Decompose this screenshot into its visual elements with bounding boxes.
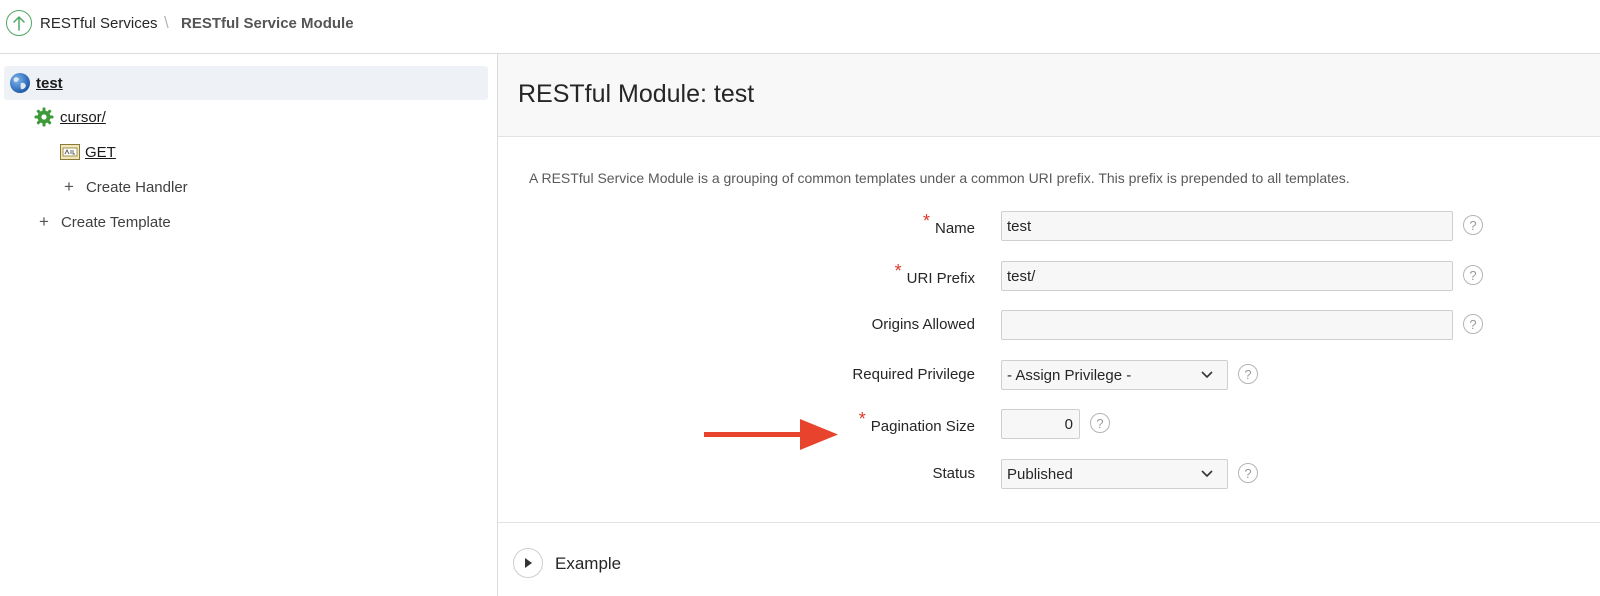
create-handler-label: Create Handler (85, 178, 188, 196)
pagination-row: *Pagination Size ? (498, 408, 1598, 440)
required-marker: * (858, 409, 866, 429)
chevron-down-icon (1201, 371, 1213, 379)
navigate-up-button[interactable] (6, 10, 32, 36)
status-select[interactable]: Published (1001, 459, 1228, 489)
help-icon[interactable]: ? (1238, 364, 1258, 384)
name-row: *Name ? (498, 210, 1598, 242)
handler-link[interactable]: GET (85, 144, 116, 161)
required-marker: * (922, 211, 930, 231)
create-template-label: Create Template (60, 213, 171, 231)
origins-allowed-input[interactable] (1001, 310, 1453, 340)
tree-item-module[interactable]: test (4, 66, 488, 100)
services-tree: test cursor/ GET + Create Handler + Crea… (0, 54, 496, 596)
module-link[interactable]: test (36, 75, 63, 92)
annotation-arrow-icon (704, 419, 838, 450)
chevron-down-icon (1201, 470, 1213, 478)
help-icon[interactable]: ? (1090, 413, 1110, 433)
privilege-label: Required Privilege (852, 366, 975, 383)
breadcrumb-separator: \ (164, 13, 169, 32)
module-editor-panel: RESTful Module: test A RESTful Service M… (497, 54, 1600, 596)
tree-item-handler[interactable]: GET (60, 135, 116, 169)
handler-icon (60, 144, 80, 160)
uri-prefix-row: *URI Prefix ? (498, 260, 1598, 292)
example-section-label[interactable]: Example (555, 554, 621, 574)
panel-header: RESTful Module: test (498, 54, 1600, 137)
gear-icon (34, 107, 54, 127)
breadcrumb-restful-services[interactable]: RESTful Services (40, 15, 158, 32)
play-triangle-icon (525, 558, 532, 568)
plus-icon: + (39, 212, 49, 231)
uri-prefix-label: * URI Prefix (894, 261, 975, 287)
status-label: Status (932, 465, 975, 482)
tree-item-template[interactable]: cursor/ (34, 100, 106, 134)
privilege-selected-value: - Assign Privilege - (1007, 366, 1132, 384)
required-marker: * (894, 261, 902, 281)
required-privilege-select[interactable]: - Assign Privilege - (1001, 360, 1228, 390)
help-icon[interactable]: ? (1463, 265, 1483, 285)
create-template-action[interactable]: + Create Template (39, 205, 171, 239)
plus-icon: + (64, 177, 74, 196)
uri-prefix-input[interactable] (1001, 261, 1453, 291)
page-title: RESTful Module: test (518, 80, 755, 108)
module-description: A RESTful Service Module is a grouping o… (529, 170, 1350, 186)
origins-row: Origins Allowed ? (498, 309, 1598, 341)
example-expand-button[interactable] (513, 548, 543, 578)
help-icon[interactable]: ? (1463, 215, 1483, 235)
status-row: Status Published ? (498, 458, 1598, 490)
globe-icon (10, 73, 30, 93)
section-divider (498, 522, 1600, 523)
pagination-size-input[interactable] (1001, 409, 1080, 439)
template-link[interactable]: cursor/ (60, 109, 106, 126)
privilege-row: Required Privilege - Assign Privilege - … (498, 359, 1598, 391)
status-selected-value: Published (1007, 465, 1073, 483)
name-input[interactable] (1001, 211, 1453, 241)
arrow-up-icon (13, 16, 25, 31)
breadcrumb-current: RESTful Service Module (181, 15, 354, 32)
help-icon[interactable]: ? (1463, 314, 1483, 334)
name-label: * Name (922, 211, 975, 237)
origins-label: Origins Allowed (871, 316, 975, 333)
breadcrumb: RESTful Services \ RESTful Service Modul… (0, 0, 1600, 54)
create-handler-action[interactable]: + Create Handler (64, 170, 188, 204)
pagination-label: * Pagination Size (858, 409, 975, 435)
help-icon[interactable]: ? (1238, 463, 1258, 483)
